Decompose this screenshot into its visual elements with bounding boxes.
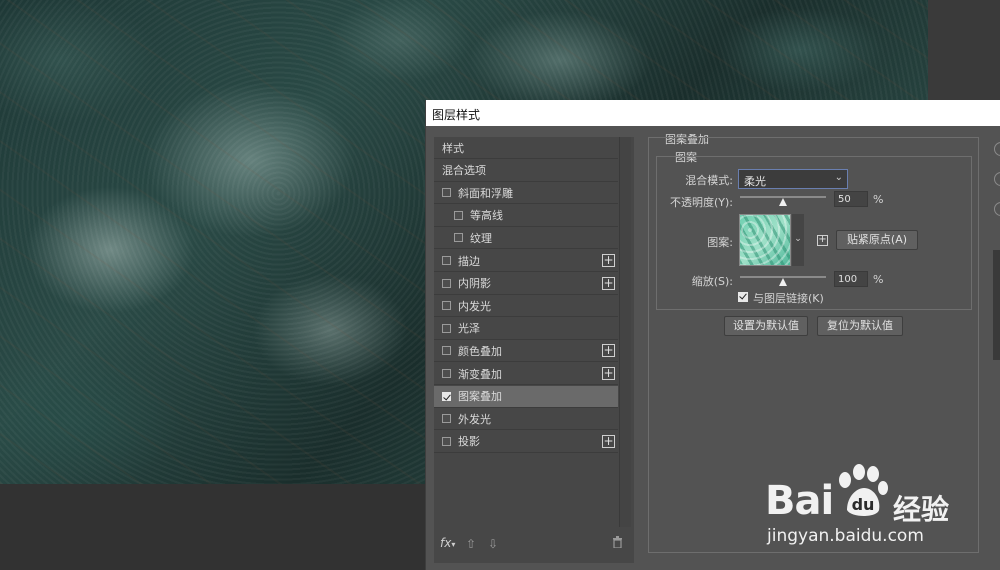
style-checkbox[interactable] [442, 278, 451, 288]
scale-slider-thumb[interactable] [779, 278, 787, 286]
style-list-item[interactable]: 等高线 [434, 205, 618, 227]
ok-button[interactable] [994, 142, 1000, 156]
style-checkbox[interactable] [442, 414, 451, 424]
move-down-icon[interactable]: ⇩ [488, 537, 498, 551]
trash-icon[interactable] [612, 536, 623, 551]
style-list-item-label: 等高线 [470, 209, 503, 223]
blend-mode-label: 混合模式: [685, 174, 733, 187]
style-list-item-label: 纹理 [470, 231, 492, 245]
blend-mode-value: 柔光 [744, 175, 766, 188]
opacity-label: 不透明度(Y): [669, 196, 733, 209]
paw-icon: du [839, 464, 888, 516]
link-with-layer-checkbox[interactable] [738, 292, 748, 302]
watermark-logo-text: Bai [765, 478, 834, 524]
style-checkbox[interactable] [442, 301, 451, 311]
style-list-item-label: 内阴影 [458, 277, 491, 291]
dialog-scrollbar[interactable] [993, 250, 1000, 360]
workspace-background [0, 484, 426, 570]
style-list-item-label: 描边 [458, 254, 480, 268]
style-list-item[interactable]: 渐变叠加 + [434, 363, 618, 385]
scale-percent: % [873, 273, 884, 286]
chevron-down-icon: ⌄ [834, 172, 843, 183]
style-list-item-label: 外发光 [458, 412, 491, 426]
canvas-side-area [928, 0, 1000, 100]
style-list-item[interactable]: 内阴影 + [434, 273, 618, 295]
style-checkbox[interactable] [454, 210, 463, 220]
snap-to-origin-button[interactable]: 贴紧原点(A) [836, 230, 918, 250]
watermark-jingyan-text: 经验 [893, 493, 950, 526]
style-list: 样式混合选项斜面和浮雕等高线纹理描边 + 内阴影 + 内发光光泽颜色叠加 + 渐变叠加 + 图案… [434, 137, 634, 563]
style-checkbox[interactable] [442, 436, 451, 446]
style-checkbox[interactable] [454, 233, 463, 243]
style-list-item[interactable]: 颜色叠加 + [434, 340, 618, 363]
style-checkbox[interactable] [442, 188, 451, 198]
add-effect-icon[interactable]: + [602, 367, 615, 380]
style-list-item-label: 内发光 [458, 299, 491, 313]
style-checkbox[interactable] [442, 391, 451, 401]
style-list-item-label: 斜面和浮雕 [458, 186, 513, 200]
opacity-percent: % [873, 193, 884, 206]
watermark-url: jingyan.baidu.com [767, 526, 924, 546]
set-default-button[interactable]: 设置为默认值 [724, 316, 808, 336]
style-list-item[interactable]: 投影 + [434, 431, 618, 453]
new-style-button[interactable] [994, 202, 1000, 216]
style-list-scrollbar[interactable] [619, 137, 631, 527]
add-effect-icon[interactable]: + [602, 434, 615, 448]
cancel-button[interactable] [994, 172, 1000, 186]
dialog-title: 图层样式 [426, 100, 1000, 126]
style-checkbox[interactable] [442, 346, 451, 356]
reset-default-button[interactable]: 复位为默认值 [817, 316, 903, 336]
fx-icon[interactable]: fx▾ [440, 536, 455, 550]
style-list-item[interactable]: 外发光 [434, 408, 618, 431]
style-checkbox[interactable] [442, 256, 451, 265]
style-list-item[interactable]: 斜面和浮雕 [434, 182, 618, 205]
blend-mode-select[interactable]: 柔光 ⌄ [738, 169, 848, 189]
style-checkbox[interactable] [442, 369, 451, 378]
style-list-item-label: 样式 [442, 141, 464, 155]
style-list-item-label: 混合选项 [442, 164, 486, 178]
opacity-input[interactable]: 50 [834, 191, 868, 207]
new-preset-icon[interactable]: + [817, 235, 828, 246]
pattern-picker-chevron-icon[interactable]: ⌄ [792, 214, 804, 266]
style-list-item[interactable]: 内发光 [434, 295, 618, 318]
move-up-icon[interactable]: ⇧ [466, 537, 476, 551]
style-list-footer: fx▾ ⇧ ⇩ [440, 536, 630, 552]
svg-text:du: du [852, 495, 875, 514]
pattern-swatch[interactable] [739, 214, 791, 266]
pattern-label: 图案: [707, 236, 733, 249]
opacity-slider-thumb[interactable] [779, 198, 787, 206]
style-list-item-label: 投影 [458, 435, 480, 449]
style-list-item-label: 渐变叠加 [458, 367, 502, 381]
style-list-item[interactable]: 样式 [434, 137, 618, 159]
style-list-item[interactable]: 混合选项 [434, 160, 618, 182]
link-with-layer-label: 与图层链接(K) [753, 292, 824, 305]
style-list-item[interactable]: 描边 + [434, 250, 618, 272]
scale-input[interactable]: 100 [834, 271, 868, 287]
style-list-item[interactable]: 图案叠加 [434, 385, 618, 408]
scale-label: 缩放(S): [691, 275, 733, 288]
baidu-jingyan-watermark: Bai du 经验 jingyan.baidu.com [765, 462, 1000, 570]
style-list-item[interactable]: 纹理 [434, 227, 618, 250]
style-list-item-label: 颜色叠加 [458, 344, 502, 358]
style-list-item-label: 光泽 [458, 322, 480, 336]
style-list-item-label: 图案叠加 [458, 390, 502, 404]
add-effect-icon[interactable]: + [602, 276, 615, 290]
add-effect-icon[interactable]: + [602, 254, 615, 267]
style-checkbox[interactable] [442, 323, 451, 333]
style-list-item[interactable]: 光泽 [434, 318, 618, 340]
add-effect-icon[interactable]: + [602, 344, 615, 358]
